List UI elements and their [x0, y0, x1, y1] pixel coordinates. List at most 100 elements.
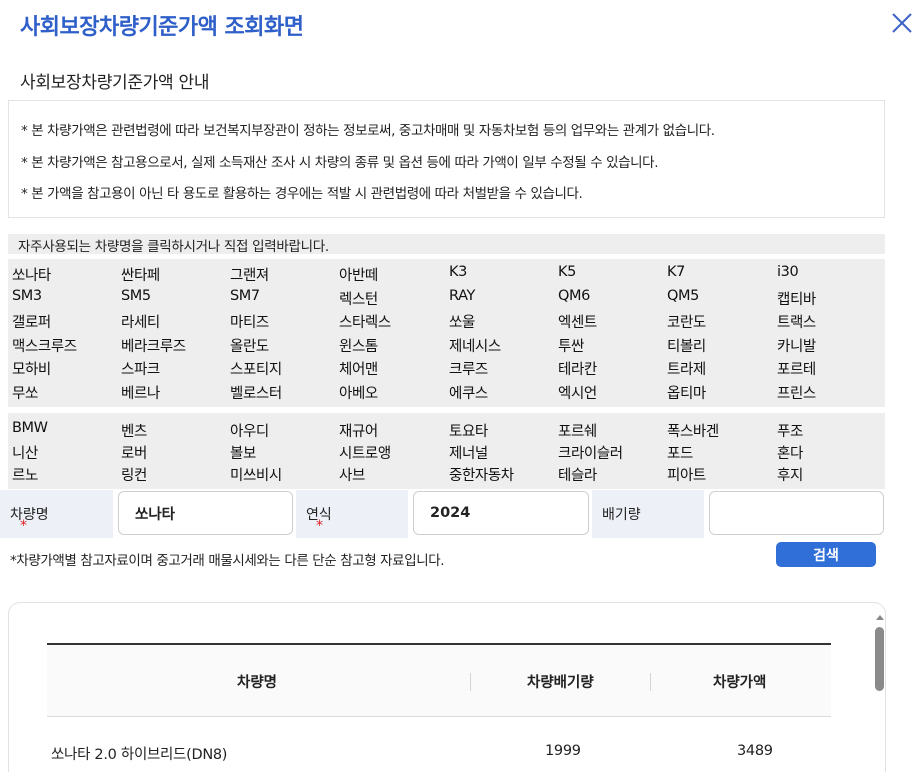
car-shortcut[interactable]: 스타렉스: [339, 311, 391, 332]
car-shortcut[interactable]: 카니발: [777, 335, 816, 356]
car-shortcut[interactable]: 로버: [121, 442, 147, 463]
car-shortcut[interactable]: 스포티지: [230, 358, 282, 379]
car-shortcut[interactable]: 르노: [12, 464, 38, 485]
car-shortcut[interactable]: 제너널: [449, 442, 488, 463]
car-shortcut[interactable]: 제네시스: [449, 335, 501, 356]
car-shortcut[interactable]: 토요타: [449, 420, 488, 441]
car-shortcut[interactable]: 니산: [12, 442, 38, 463]
car-shortcut[interactable]: 프린스: [777, 382, 816, 403]
notice-line: * 본 가액을 참고용이 아닌 타 용도로 활용하는 경우에는 적발 시 관련법…: [21, 186, 583, 202]
car-shortcut[interactable]: SM7: [230, 288, 260, 304]
page-title: 사회보장차량기준가액 조회화면: [20, 15, 304, 40]
car-shortcut[interactable]: 캡티바: [777, 288, 816, 309]
table-row[interactable]: 쏘나타 2.0 하이브리드(DN8) 1999 3489: [47, 717, 831, 772]
car-shortcut[interactable]: 재규어: [339, 420, 378, 441]
car-shortcut[interactable]: 테슬라: [558, 464, 597, 485]
car-shortcut[interactable]: QM5: [667, 288, 699, 304]
car-shortcut[interactable]: 아베오: [339, 382, 378, 403]
scroll-thumb[interactable]: [875, 627, 884, 691]
search-button[interactable]: 검색: [776, 542, 876, 567]
car-shortcut[interactable]: 크라이슬러: [558, 442, 623, 463]
hint-text: 자주사용되는 차량명을 클릭하시거나 직접 입력바랍니다.: [18, 239, 329, 255]
notice-line: * 본 차량가액은 관련법령에 따라 보건복지부장관이 정하는 정보로써, 중고…: [21, 123, 715, 139]
hint-bar: 자주사용되는 차량명을 클릭하시거나 직접 입력바랍니다.: [8, 234, 885, 255]
car-shortcut[interactable]: 윈스톰: [339, 335, 378, 356]
car-shortcut[interactable]: 쏘울: [449, 311, 475, 332]
car-shortcut[interactable]: 엑시언: [558, 382, 597, 403]
car-shortcut[interactable]: K3: [449, 264, 467, 280]
car-shortcut[interactable]: 벨로스터: [230, 382, 282, 403]
car-shortcut[interactable]: 올란도: [230, 335, 269, 356]
car-shortcut[interactable]: 갤로퍼: [12, 311, 51, 332]
car-shortcut[interactable]: 폭스바겐: [667, 420, 719, 441]
import-car-list: BMW 벤츠 아우디 재규어 토요타 포르쉐 폭스바겐 푸조니산 로버 볼보 시트로앵 제너널 크라이슬…: [8, 413, 885, 489]
car-shortcut[interactable]: 무쏘: [12, 382, 38, 403]
row-price: 3489: [737, 743, 773, 759]
car-name-label: * 차량명: [0, 490, 113, 538]
car-shortcut[interactable]: i30: [777, 264, 799, 280]
column-header-name: 차량명: [237, 675, 278, 691]
car-shortcut[interactable]: 포르쉐: [558, 420, 597, 441]
car-shortcut[interactable]: 트랙스: [777, 311, 816, 332]
car-shortcut[interactable]: 렉스턴: [339, 288, 378, 309]
car-shortcut[interactable]: RAY: [449, 288, 475, 304]
displacement-label: 배기량: [592, 490, 704, 538]
car-shortcut[interactable]: 엑센트: [558, 311, 597, 332]
car-shortcut[interactable]: 피아트: [667, 464, 706, 485]
car-shortcut[interactable]: 옵티마: [667, 382, 706, 403]
scrollbar[interactable]: [875, 615, 885, 772]
car-name-label-text: 차량명: [10, 507, 49, 523]
column-divider: [650, 673, 651, 691]
car-shortcut[interactable]: 테라칸: [558, 358, 597, 379]
car-shortcut[interactable]: 중한자동차: [449, 464, 514, 485]
car-shortcut[interactable]: 코란도: [667, 311, 706, 332]
car-shortcut[interactable]: 베라크루즈: [121, 335, 186, 356]
car-shortcut[interactable]: 맥스크루즈: [12, 335, 77, 356]
car-shortcut[interactable]: 마티즈: [230, 311, 269, 332]
car-name-input[interactable]: [118, 491, 293, 535]
car-shortcut[interactable]: SM5: [121, 288, 151, 304]
car-shortcut[interactable]: 혼다: [777, 442, 803, 463]
row-car-name: 쏘나타 2.0 하이브리드(DN8): [51, 747, 228, 763]
car-shortcut[interactable]: 투싼: [558, 335, 584, 356]
car-shortcut[interactable]: 푸조: [777, 420, 803, 441]
car-shortcut[interactable]: BMW: [12, 420, 48, 436]
car-shortcut[interactable]: 쏘나타: [12, 264, 51, 285]
car-shortcut[interactable]: 볼보: [230, 442, 256, 463]
car-shortcut[interactable]: 사브: [339, 464, 365, 485]
car-shortcut[interactable]: 벤츠: [121, 420, 147, 441]
car-shortcut[interactable]: 크루즈: [449, 358, 488, 379]
car-shortcut[interactable]: 에쿠스: [449, 382, 488, 403]
car-shortcut[interactable]: 티볼리: [667, 335, 706, 356]
car-shortcut[interactable]: K5: [558, 264, 576, 280]
close-icon[interactable]: [889, 10, 915, 36]
car-shortcut[interactable]: SM3: [12, 288, 42, 304]
car-shortcut[interactable]: 시트로앵: [339, 442, 391, 463]
displacement-label-text: 배기량: [602, 507, 641, 523]
column-divider: [470, 673, 471, 691]
car-shortcut[interactable]: QM6: [558, 288, 590, 304]
displacement-input[interactable]: [709, 491, 884, 535]
car-shortcut[interactable]: 아우디: [230, 420, 269, 441]
car-shortcut[interactable]: 체어맨: [339, 358, 378, 379]
car-shortcut[interactable]: 베르나: [121, 382, 160, 403]
car-shortcut[interactable]: 모하비: [12, 358, 51, 379]
car-shortcut[interactable]: 스파크: [121, 358, 160, 379]
car-shortcut[interactable]: 포드: [667, 442, 693, 463]
column-header-price: 차량가액: [713, 675, 767, 691]
car-shortcut[interactable]: 그랜져: [230, 264, 269, 285]
car-shortcut[interactable]: 링컨: [121, 464, 147, 485]
notice-line: * 본 차량가액은 참고용으로서, 실제 소득재산 조사 시 차량의 종류 및 …: [21, 155, 659, 171]
car-shortcut[interactable]: 후지: [777, 464, 803, 485]
section-title: 사회보장차량기준가액 안내: [20, 73, 210, 93]
car-shortcut[interactable]: 싼타페: [121, 264, 160, 285]
car-shortcut[interactable]: 포르테: [777, 358, 816, 379]
year-input[interactable]: [413, 491, 589, 535]
notice-box: * 본 차량가액은 관련법령에 따라 보건복지부장관이 정하는 정보로써, 중고…: [8, 100, 885, 218]
car-shortcut[interactable]: 아반떼: [339, 264, 378, 285]
car-shortcut[interactable]: K7: [667, 264, 685, 280]
car-shortcut[interactable]: 트라제: [667, 358, 706, 379]
scroll-up-arrow-icon[interactable]: [876, 615, 884, 620]
car-shortcut[interactable]: 미쓰비시: [230, 464, 282, 485]
car-shortcut[interactable]: 라세티: [121, 311, 160, 332]
